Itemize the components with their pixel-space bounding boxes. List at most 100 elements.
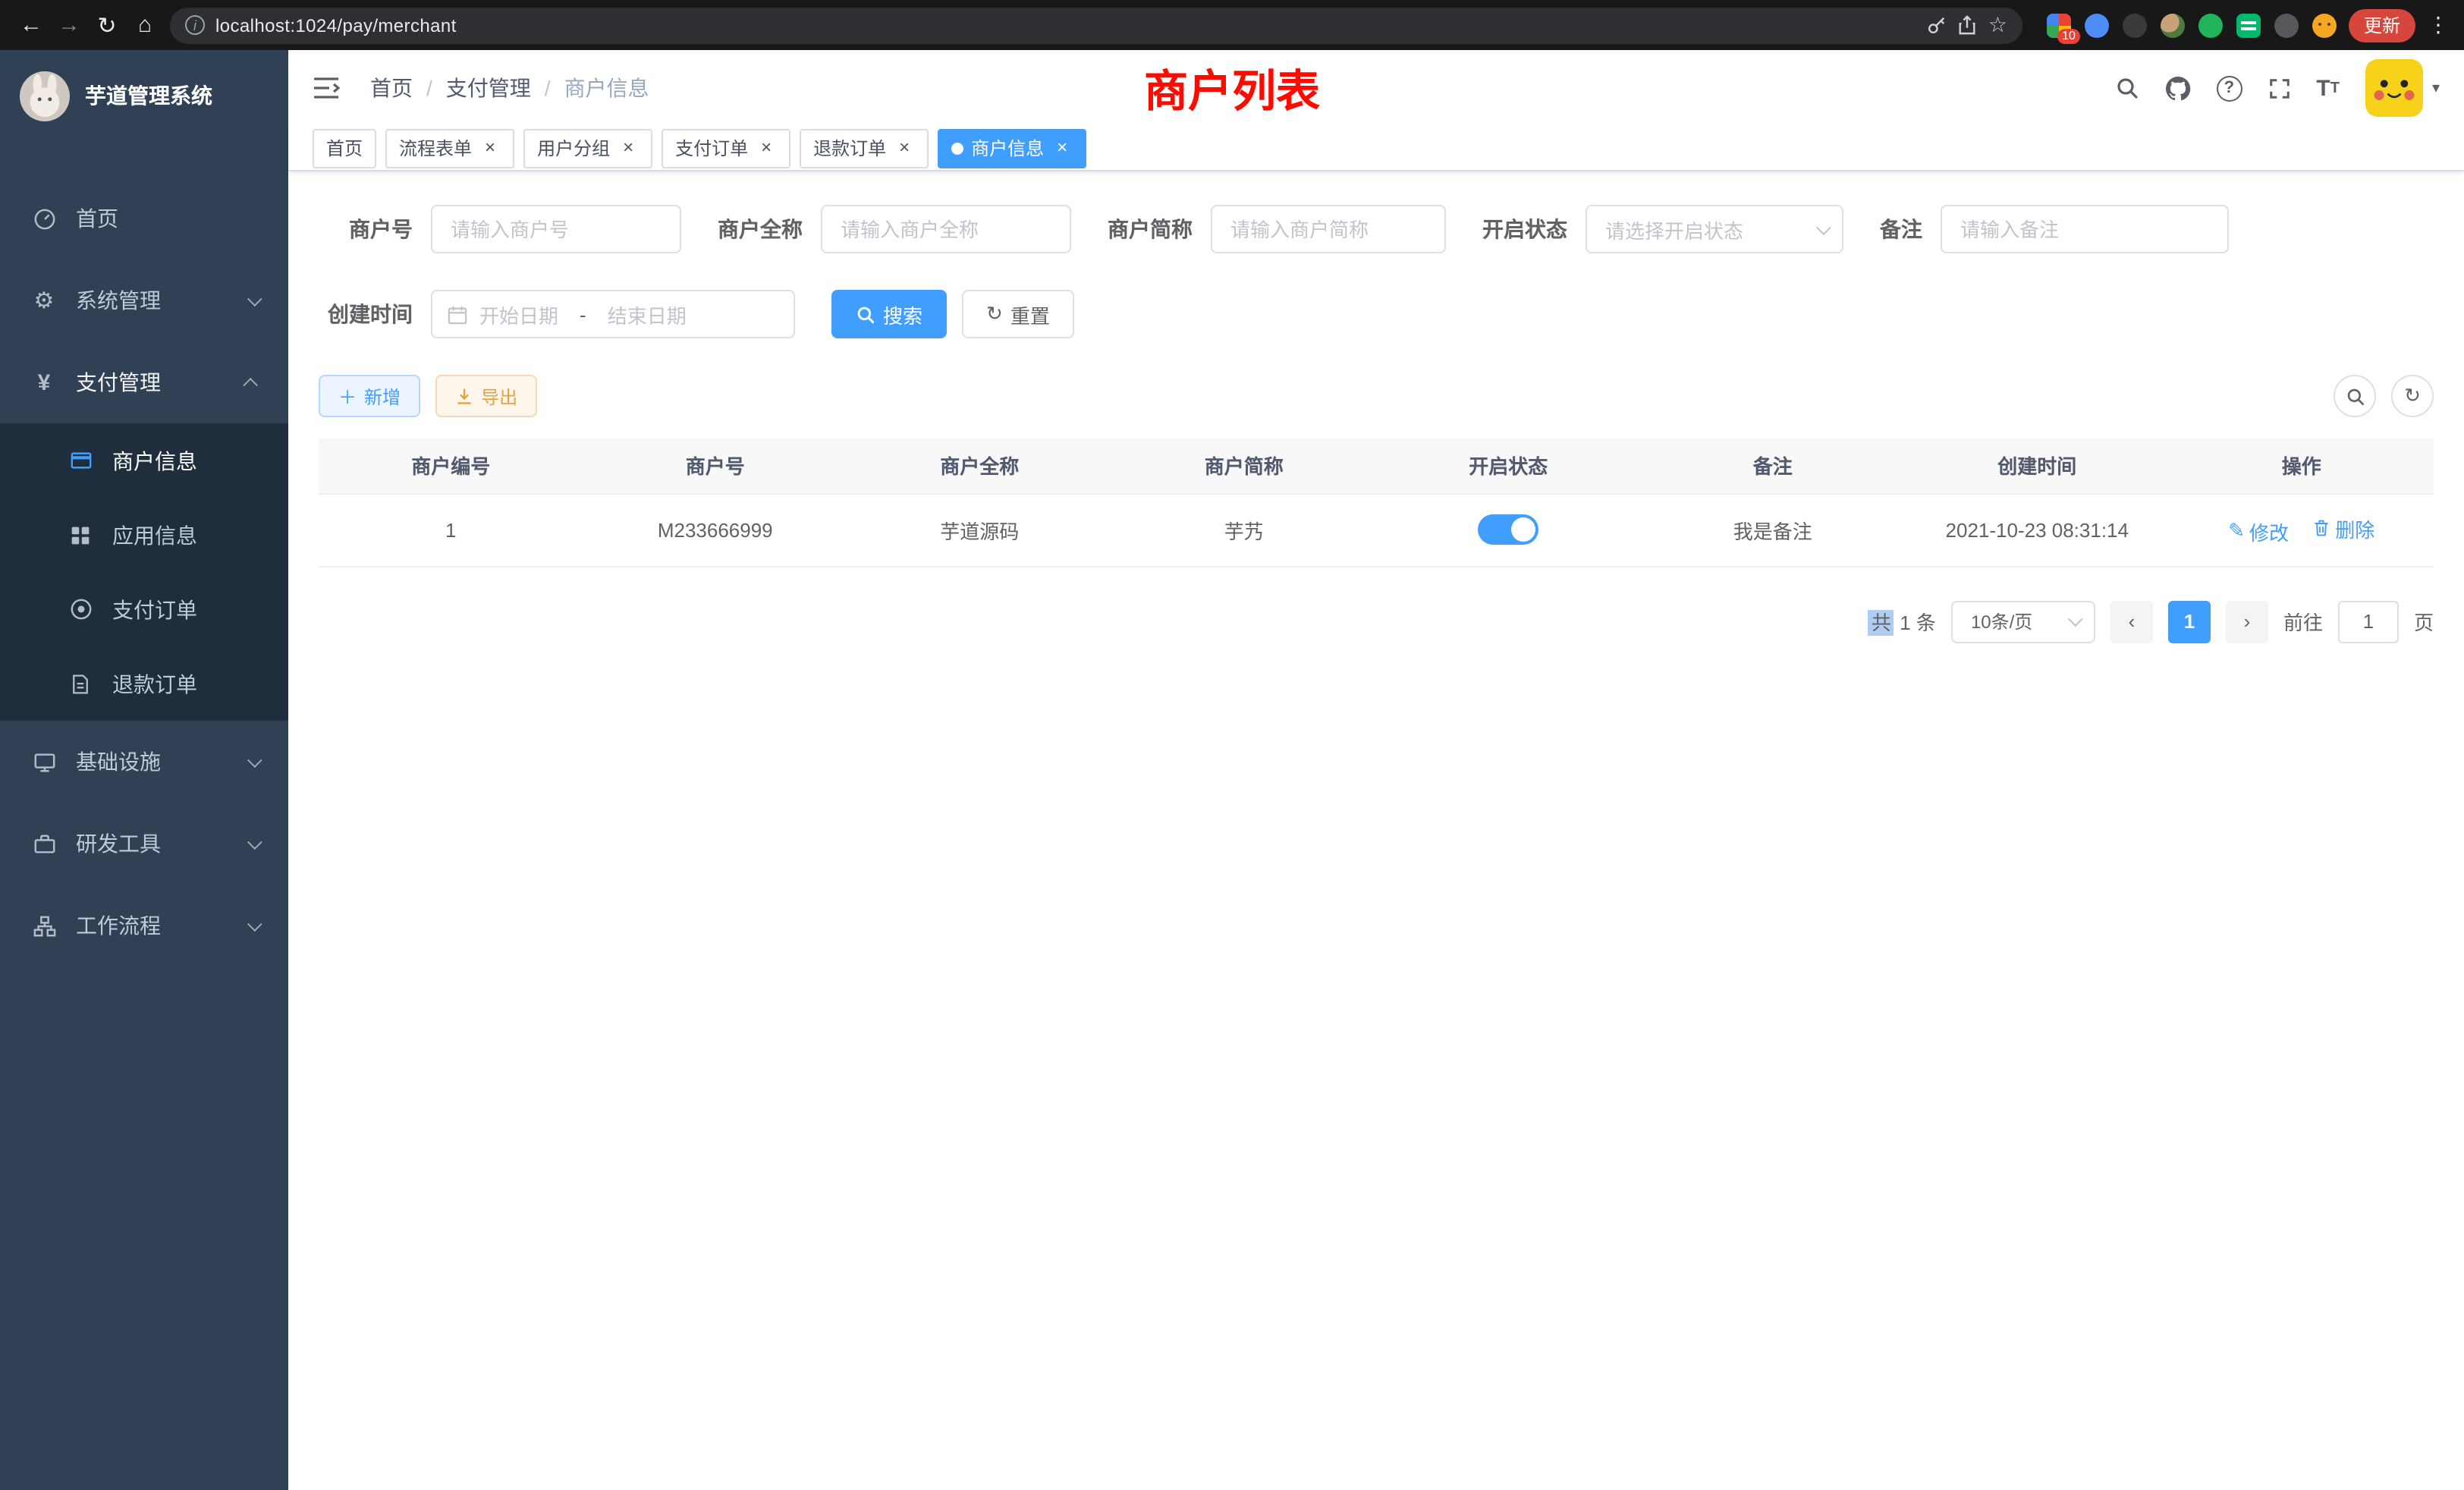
browser-toolbar: ← → ↻ ⌂ i localhost:1024/pay/merchant ☆ … (0, 0, 2464, 50)
help-icon[interactable]: ? (2216, 75, 2242, 101)
goto-page-input[interactable] (2338, 600, 2399, 643)
export-button[interactable]: 导出 (435, 375, 537, 417)
full-name-label: 商户全称 (718, 214, 803, 244)
extension-face-icon[interactable] (2312, 13, 2337, 37)
create-time-range-picker[interactable]: 开始日期 - 结束日期 (431, 290, 795, 338)
tab-home[interactable]: 首页 (313, 128, 376, 168)
extension-pin-icon[interactable] (2085, 13, 2109, 37)
close-icon[interactable]: × (756, 137, 777, 159)
tab-user-group[interactable]: 用户分组× (523, 128, 652, 168)
goto-label: 前往 (2283, 607, 2323, 636)
breadcrumb-payment[interactable]: 支付管理 (446, 73, 531, 103)
hamburger-icon[interactable] (313, 73, 343, 103)
prev-page-button[interactable]: ‹ (2110, 600, 2153, 643)
refresh-table-button[interactable]: ↻ (2391, 375, 2434, 417)
col-remark: 备注 (1641, 439, 1906, 493)
sidebar-item-label: 退款订单 (112, 668, 197, 699)
page-1-button[interactable]: 1 (2168, 600, 2211, 643)
main-area: 首页 / 支付管理 / 商户信息 商户列表 ? TT ▾ (288, 50, 2464, 1490)
browser-back-icon[interactable]: ← (12, 6, 50, 44)
short-name-input[interactable] (1211, 205, 1446, 253)
sidebar-item-label: 商户信息 (112, 445, 197, 476)
gear-icon: ⚙ (30, 287, 58, 314)
extension-dark-icon[interactable] (2123, 13, 2147, 37)
tab-merchant-info[interactable]: 商户信息× (938, 128, 1086, 168)
total-text: 共 1 条 (1868, 607, 1936, 636)
sidebar-item-pay-order[interactable]: 支付订单 (0, 572, 288, 646)
extension-grid-icon[interactable]: 10 (2047, 13, 2071, 37)
target-icon (67, 598, 94, 621)
app-logo[interactable]: 芋道管理系统 (0, 50, 288, 141)
sidebar-item-infra[interactable]: 基础设施 (0, 721, 288, 803)
tab-process-form[interactable]: 流程表单× (385, 128, 514, 168)
share-icon[interactable] (1958, 15, 1978, 35)
status-select[interactable]: 请选择开启状态 (1586, 205, 1843, 253)
content-area: 商户号 商户全称 商户简称 开启状态 请选择开启状态 (288, 171, 2464, 1490)
fullscreen-icon[interactable] (2268, 77, 2290, 99)
col-status: 开启状态 (1376, 439, 1641, 493)
credit-card-icon (67, 449, 94, 472)
sidebar-item-merchant-info[interactable]: 商户信息 (0, 423, 288, 498)
close-icon[interactable]: × (479, 137, 501, 159)
add-button[interactable]: ＋ 新增 (319, 375, 420, 417)
full-name-input[interactable] (821, 205, 1071, 253)
site-info-icon[interactable]: i (185, 15, 205, 35)
page-size-select[interactable]: 10条/页 (1951, 600, 2095, 643)
sidebar-item-home[interactable]: 首页 (0, 178, 288, 259)
password-key-icon[interactable] (1928, 15, 1947, 35)
extension-knot-icon[interactable] (2274, 13, 2299, 37)
extension-notes-icon[interactable] (2236, 13, 2261, 37)
delete-link[interactable]: 删除 (2312, 514, 2374, 542)
github-icon[interactable] (2164, 75, 2190, 101)
remark-label: 备注 (1880, 214, 1922, 244)
sidebar-item-devtools[interactable]: 研发工具 (0, 803, 288, 885)
status-toggle[interactable] (1478, 514, 1538, 545)
extension-avatar-icon[interactable] (2161, 13, 2185, 37)
sidebar-item-workflow[interactable]: 工作流程 (0, 885, 288, 967)
sidebar-item-app-info[interactable]: 应用信息 (0, 498, 288, 572)
sidebar-item-refund-order[interactable]: 退款订单 (0, 646, 288, 721)
col-short-name: 商户简称 (1112, 439, 1377, 493)
status-label: 开启状态 (1482, 214, 1567, 244)
search-button[interactable]: 搜索 (831, 290, 947, 338)
close-icon[interactable]: × (1051, 137, 1073, 159)
close-icon[interactable]: × (618, 137, 639, 159)
font-size-icon[interactable]: TT (2316, 75, 2340, 101)
plus-icon: ＋ (338, 383, 357, 409)
tabs-bar: 首页 流程表单× 用户分组× 支付订单× 退款订单× 商户信息× (288, 126, 2464, 171)
cell-full-name: 芋道源码 (847, 493, 1112, 566)
breadcrumb-separator: / (545, 76, 551, 100)
browser-reload-icon[interactable]: ↻ (88, 6, 126, 44)
browser-menu-icon[interactable]: ⋮ (2425, 12, 2452, 38)
page-title: 商户列表 (1144, 56, 1320, 120)
browser-forward-icon[interactable]: → (50, 6, 88, 44)
sidebar-item-system[interactable]: ⚙ 系统管理 (0, 259, 288, 341)
sidebar-item-payment[interactable]: ¥ 支付管理 (0, 341, 288, 423)
filter-row-2: 创建时间 开始日期 - 结束日期 搜索 ↻ (319, 290, 2434, 338)
bookmark-star-icon[interactable]: ☆ (1988, 12, 2007, 38)
browser-update-button[interactable]: 更新 (2349, 8, 2415, 42)
chevron-down-icon (247, 752, 262, 767)
search-icon[interactable] (2114, 76, 2139, 100)
extension-green-icon[interactable] (2198, 13, 2223, 37)
col-full-name: 商户全称 (847, 439, 1112, 493)
tab-pay-order[interactable]: 支付订单× (662, 128, 790, 168)
reset-button[interactable]: ↻ 重置 (962, 290, 1074, 338)
breadcrumb-home[interactable]: 首页 (370, 73, 413, 103)
sidebar: 芋道管理系统 首页 ⚙ 系统管理 ¥ 支付管理 (0, 50, 288, 1490)
close-icon[interactable]: × (894, 137, 915, 159)
extensions-area: 10 (2047, 13, 2337, 37)
user-menu[interactable]: ▾ (2365, 59, 2440, 117)
browser-home-icon[interactable]: ⌂ (126, 6, 164, 44)
chevron-down-icon (247, 834, 262, 849)
col-create-time: 创建时间 (1905, 439, 2170, 493)
edit-link[interactable]: ✎修改 (2228, 517, 2289, 545)
download-icon (455, 387, 473, 405)
active-dot (951, 142, 963, 154)
address-bar[interactable]: i localhost:1024/pay/merchant ☆ (170, 7, 2022, 43)
next-page-button[interactable]: › (2226, 600, 2268, 643)
merchant-no-input[interactable] (431, 205, 681, 253)
toggle-search-button[interactable] (2334, 375, 2376, 417)
tab-refund-order[interactable]: 退款订单× (800, 128, 929, 168)
remark-input[interactable] (1941, 205, 2229, 253)
